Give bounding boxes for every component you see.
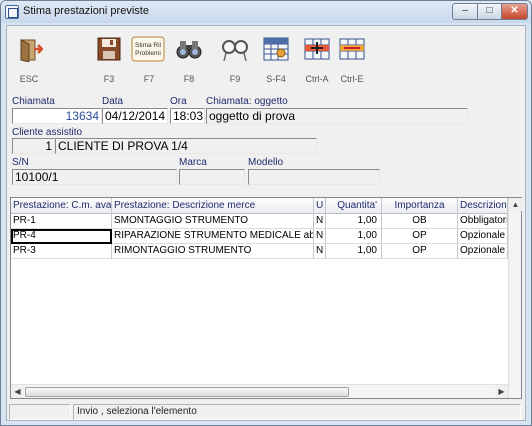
- cell-qty[interactable]: 1,00: [326, 214, 382, 229]
- vertical-scrollbar[interactable]: ▲: [508, 198, 522, 398]
- scroll-up-icon[interactable]: ▲: [509, 198, 522, 211]
- f3-save-button[interactable]: F3: [89, 34, 129, 86]
- chiamata-field[interactable]: 13634: [12, 108, 102, 124]
- cell-qty[interactable]: 1,00: [326, 229, 382, 244]
- cell-desc-importanza[interactable]: Opzionale: [458, 229, 508, 244]
- svg-text:Stima Ril: Stima Ril: [135, 42, 162, 49]
- horizontal-scrollbar[interactable]: ◀ ▶: [11, 384, 508, 398]
- minimize-button[interactable]: –: [452, 3, 478, 20]
- cell-desc-importanza[interactable]: Obbligatoria: [458, 214, 508, 229]
- sn-field[interactable]: 10100/1: [12, 169, 177, 185]
- column-header-importanza[interactable]: Importanza: [382, 198, 458, 214]
- column-header-descrizione-importanza[interactable]: Descrizione i: [458, 198, 508, 214]
- modello-field[interactable]: [248, 169, 380, 185]
- close-button[interactable]: ✕: [501, 3, 528, 20]
- cell-importanza[interactable]: OP: [382, 244, 458, 259]
- status-bar: Invio , seleziona l'elemento: [7, 404, 525, 420]
- cell-importanza[interactable]: OP: [382, 229, 458, 244]
- f8-label: F8: [183, 74, 195, 84]
- ora-field[interactable]: 18:03: [170, 108, 205, 124]
- cell-u[interactable]: N: [314, 244, 326, 259]
- cell-desc[interactable]: RIPARAZIONE STRUMENTO MEDICALE abcde: [112, 229, 314, 244]
- cell-desc-importanza[interactable]: Opzionale: [458, 244, 508, 259]
- column-header-descrizione[interactable]: Prestazione: Descrizione merce: [112, 198, 314, 214]
- scroll-left-icon[interactable]: ◀: [11, 385, 24, 398]
- ctrl-a-add-button[interactable]: Ctrl-A: [297, 34, 337, 86]
- f7-stima-button[interactable]: Stima Ril Problemi F7: [129, 34, 169, 86]
- ctrl-e-label: Ctrl-E: [340, 74, 364, 84]
- f9-view-button[interactable]: F9: [215, 34, 255, 86]
- toolbar: ESC F3 Stima Ril Problemi F7 F8 F9 S-F4 …: [7, 26, 525, 88]
- add-row-icon: [304, 38, 330, 60]
- glasses-icon: [222, 40, 248, 62]
- marca-field[interactable]: [179, 169, 245, 185]
- ctrl-e-remove-button[interactable]: Ctrl-E: [332, 34, 372, 86]
- client-area: ESC F3 Stima Ril Problemi F7 F8 F9 S-F4 …: [6, 25, 526, 421]
- ctrl-a-label: Ctrl-A: [305, 74, 329, 84]
- oggetto-label: Chiamata: oggetto: [206, 96, 288, 107]
- sf4-grid-button[interactable]: S-F4: [256, 34, 296, 86]
- f3-label: F3: [103, 74, 115, 84]
- status-field-1: [9, 404, 71, 420]
- title-bar[interactable]: Stima prestazioni previste – □ ✕: [1, 1, 531, 23]
- sf4-label: S-F4: [266, 74, 286, 84]
- prestazioni-grid[interactable]: Prestazione: C.m. avan: Prestazione: Des…: [10, 197, 522, 399]
- focused-cell-outline: [11, 229, 112, 244]
- exit-door-icon: [20, 39, 43, 62]
- remove-row-icon: [339, 38, 365, 60]
- column-header-codice[interactable]: Prestazione: C.m. avan:: [11, 198, 112, 214]
- marca-label: Marca: [179, 157, 207, 168]
- oggetto-field[interactable]: oggetto di prova: [206, 108, 468, 124]
- f8-search-button[interactable]: F8: [169, 34, 209, 86]
- cell-u[interactable]: N: [314, 229, 326, 244]
- horizontal-scroll-thumb[interactable]: [25, 387, 349, 397]
- cell-code[interactable]: PR-1: [11, 214, 112, 229]
- cell-importanza[interactable]: OB: [382, 214, 458, 229]
- column-header-quantita[interactable]: Quantita': [326, 198, 382, 214]
- window-title: Stima prestazioni previste: [23, 5, 149, 17]
- cell-desc[interactable]: RIMONTAGGIO STRUMENTO: [112, 244, 314, 259]
- esc-button[interactable]: ESC: [9, 34, 49, 86]
- cliente-label: Cliente assistito: [12, 127, 83, 138]
- esc-label: ESC: [19, 74, 39, 84]
- f7-label: F7: [143, 74, 155, 84]
- cell-qty[interactable]: 1,00: [326, 244, 382, 259]
- cell-desc[interactable]: SMONTAGGIO STRUMENTO: [112, 214, 314, 229]
- cliente-code-field[interactable]: 1: [12, 138, 55, 154]
- cliente-name-field[interactable]: CLIENTE DI PROVA 1/4: [55, 138, 317, 154]
- cell-code[interactable]: PR-3: [11, 244, 112, 259]
- sn-label: S/N: [12, 157, 29, 168]
- f9-label: F9: [229, 74, 241, 84]
- binoculars-icon: [176, 41, 202, 59]
- save-disk-icon: [97, 37, 121, 61]
- scroll-right-icon[interactable]: ▶: [495, 385, 508, 398]
- stima-ril-problemi-icon: Stima Ril Problemi: [131, 36, 165, 62]
- ora-label: Ora: [170, 96, 187, 107]
- data-field[interactable]: 04/12/2014: [102, 108, 168, 124]
- svg-text:Problemi: Problemi: [135, 50, 161, 57]
- chiamata-label: Chiamata: [12, 96, 55, 107]
- status-message: Invio , seleziona l'elemento: [73, 404, 521, 420]
- modello-label: Modello: [248, 157, 284, 168]
- app-icon: [5, 5, 19, 19]
- data-label: Data: [102, 96, 124, 107]
- app-window: Stima prestazioni previste – □ ✕ ESC F3 …: [0, 0, 532, 426]
- cell-u[interactable]: N: [314, 214, 326, 229]
- grid-settings-icon: [263, 37, 289, 61]
- column-header-u[interactable]: U: [314, 198, 326, 214]
- maximize-button[interactable]: □: [477, 3, 502, 20]
